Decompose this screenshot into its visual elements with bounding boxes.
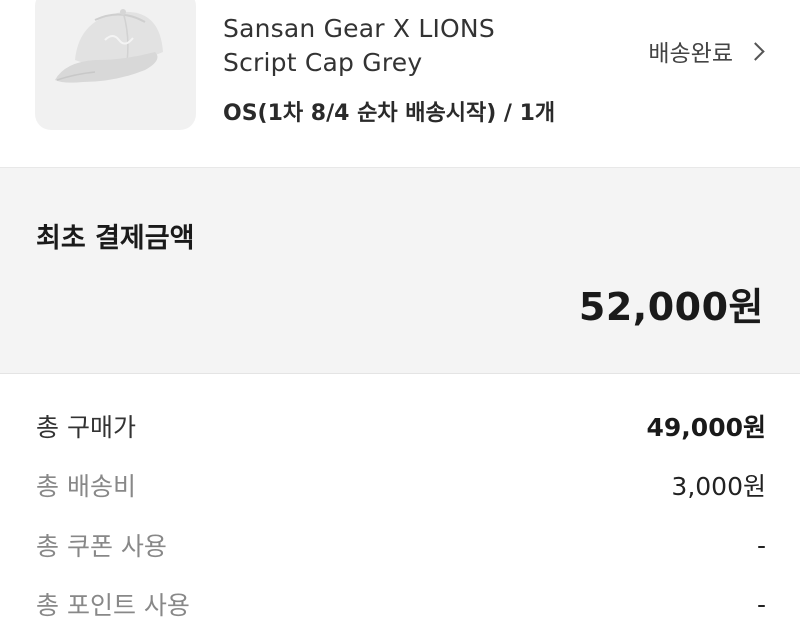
breakdown-row-purchase: 총 구매가 49,000원 [36,406,766,446]
breakdown-label: 총 구매가 [36,413,136,442]
breakdown-value: 3,000원 [671,472,766,501]
breakdown-value: 49,000원 [646,413,766,442]
breakdown-label: 총 쿠폰 사용 [36,532,167,561]
breakdown-value: - [756,589,766,619]
chevron-right-icon [746,41,765,61]
product-thumbnail[interactable] [35,0,196,130]
delivery-status-link[interactable]: 배송완료 [648,34,766,68]
breakdown-label: 총 포인트 사용 [36,591,190,620]
breakdown-row-shipping: 총 배송비 3,000원 [36,465,766,505]
product-card[interactable]: Sansan Gear X LIONS Script Cap Grey OS(1… [0,0,800,168]
divider [0,373,800,374]
initial-payment-section: 최초 결제금액 52,000원 [0,168,800,373]
initial-payment-title: 최초 결제금액 [36,223,195,254]
product-name-line1: Sansan Gear X LIONS [223,14,495,43]
initial-payment-amount: 52,000원 [578,285,764,329]
breakdown-row-points: 총 포인트 사용 - [36,584,766,624]
product-option: OS(1차 8/4 순차 배송시작) / 1개 [223,101,556,126]
delivery-status-label: 배송완료 [648,41,733,67]
breakdown-value: - [756,530,766,560]
breakdown-label: 총 배송비 [36,472,136,501]
product-name-line2: Script Cap Grey [223,48,423,77]
product-name[interactable]: Sansan Gear X LIONS Script Cap Grey [223,12,495,80]
cap-icon [55,9,163,83]
breakdown-row-coupon: 총 쿠폰 사용 - [36,525,766,565]
